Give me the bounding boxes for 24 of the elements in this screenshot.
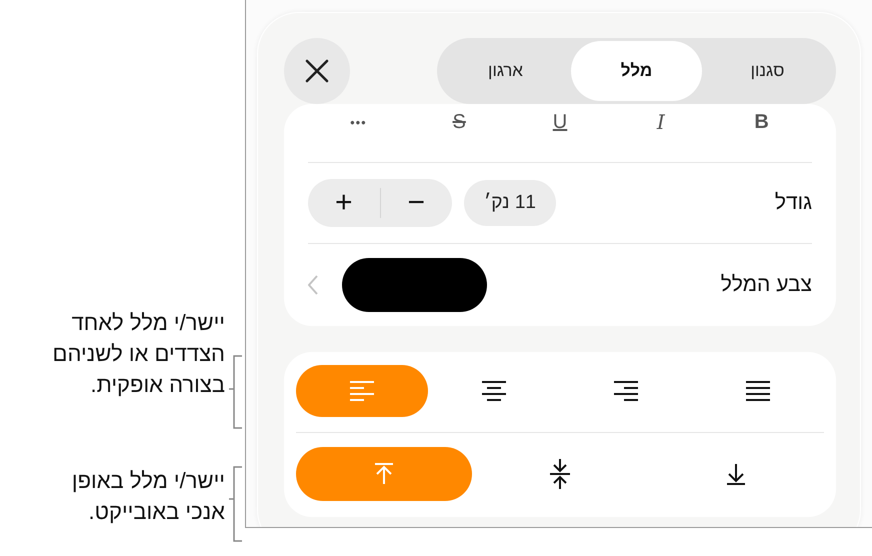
underline-button[interactable]: U — [510, 104, 610, 140]
tab[interactable]: ארגון — [440, 41, 571, 101]
color-swatch[interactable] — [342, 258, 487, 312]
align-left-icon — [349, 379, 375, 403]
align-bottom-icon — [725, 462, 747, 486]
close-icon — [305, 59, 329, 83]
align-middle-icon — [549, 458, 571, 490]
italic-button[interactable]: I — [610, 104, 712, 140]
align-center-icon — [481, 379, 507, 403]
font-size-value[interactable]: 11 נק׳ — [464, 180, 556, 226]
more-button[interactable]: ••• — [308, 104, 409, 140]
strikethrough-button[interactable]: S — [408, 104, 510, 140]
align-top-icon — [373, 462, 395, 486]
bold-button[interactable]: B — [711, 104, 812, 140]
tab[interactable]: סגנון — [702, 41, 833, 101]
decrease-button[interactable]: − — [380, 179, 452, 227]
increase-button[interactable]: + — [308, 179, 380, 227]
callout-text: יישר/י מלל לאחד הצדדים או לשניהם בצורה אופקית. — [52, 309, 225, 399]
align-right-icon — [613, 379, 639, 403]
align-justify-icon — [745, 379, 771, 403]
text-color-label: צבע המלל — [720, 273, 812, 297]
tab[interactable]: מלל — [571, 41, 702, 101]
callout-text: יישר/י מלל באופן אנכי באובייקט. — [72, 467, 225, 526]
size-label: גודל — [774, 191, 812, 215]
